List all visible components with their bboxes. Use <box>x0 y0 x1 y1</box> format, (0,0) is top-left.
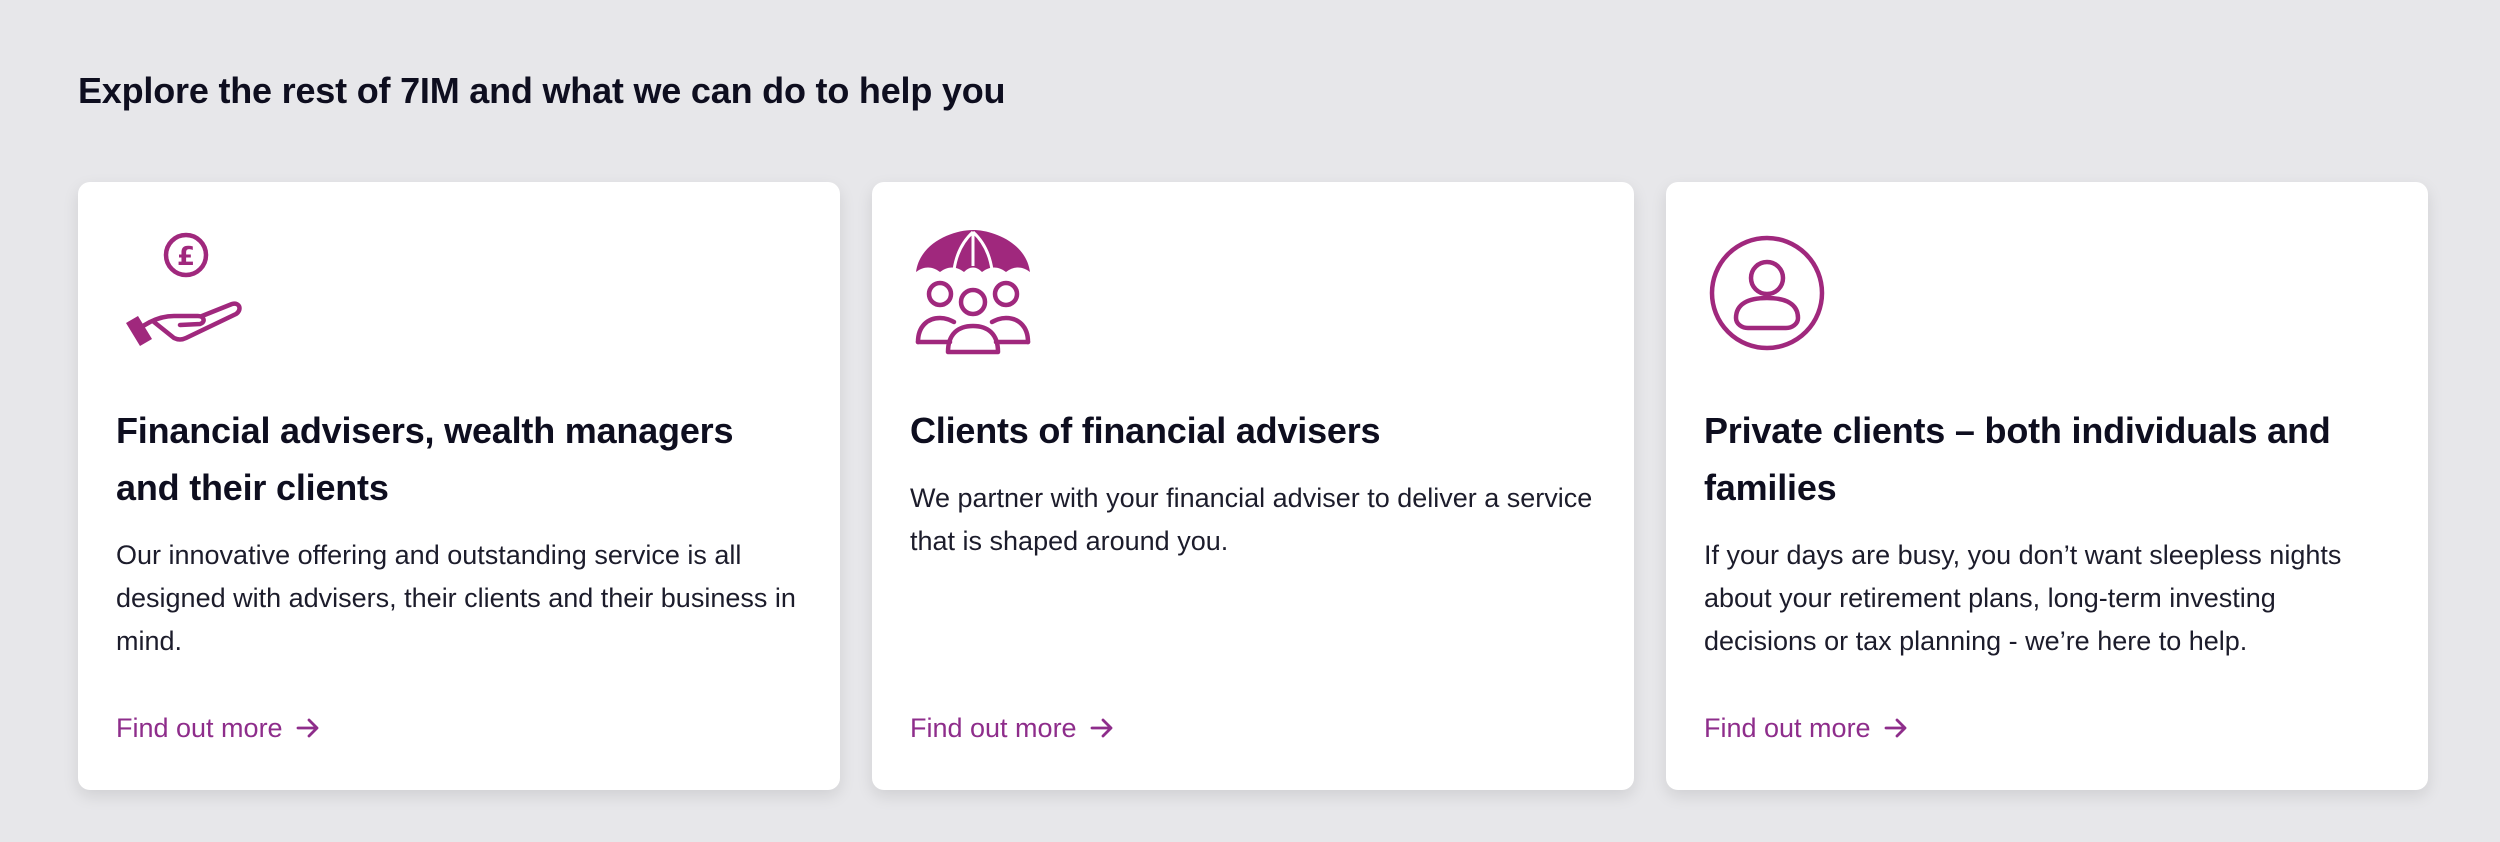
card-description: We partner with your financial adviser t… <box>910 483 1593 556</box>
link-label: Find out more <box>910 713 1077 743</box>
card-financial-advisers[interactable]: £ Financial advisers, wealth managers an… <box>78 182 840 790</box>
link-label: Find out more <box>116 713 283 743</box>
section-title: Explore the rest of 7IM and what we can … <box>78 70 1006 111</box>
card-clients-of-advisers[interactable]: Clients of financial advisers We partner… <box>872 182 1634 790</box>
cards-row: £ Financial advisers, wealth managers an… <box>78 182 2428 790</box>
link-label: Find out more <box>1704 713 1871 743</box>
umbrella-group-icon <box>915 230 1031 355</box>
explore-section: Explore the rest of 7IM and what we can … <box>0 0 2500 842</box>
card-private-clients[interactable]: Private clients – both individuals and f… <box>1666 182 2428 790</box>
card-title: Financial advisers, wealth managers and … <box>116 410 734 508</box>
arrow-right-icon <box>296 718 318 738</box>
card-description: If your days are busy, you don’t want sl… <box>1704 540 2342 656</box>
svg-text:£: £ <box>177 242 195 272</box>
find-out-more-link[interactable]: Find out more <box>116 708 321 748</box>
arrow-right-icon <box>1090 718 1112 738</box>
arrow-right-icon <box>1884 718 1906 738</box>
card-title: Clients of financial advisers <box>910 410 1381 451</box>
find-out-more-link[interactable]: Find out more <box>1704 708 1909 748</box>
find-out-more-link[interactable]: Find out more <box>910 708 1115 748</box>
person-circle-icon <box>1709 235 1825 351</box>
hand-pound-coin-icon: £ <box>126 232 242 346</box>
card-description: Our innovative offering and outstanding … <box>116 540 796 656</box>
card-title: Private clients – both individuals and f… <box>1704 410 2331 508</box>
